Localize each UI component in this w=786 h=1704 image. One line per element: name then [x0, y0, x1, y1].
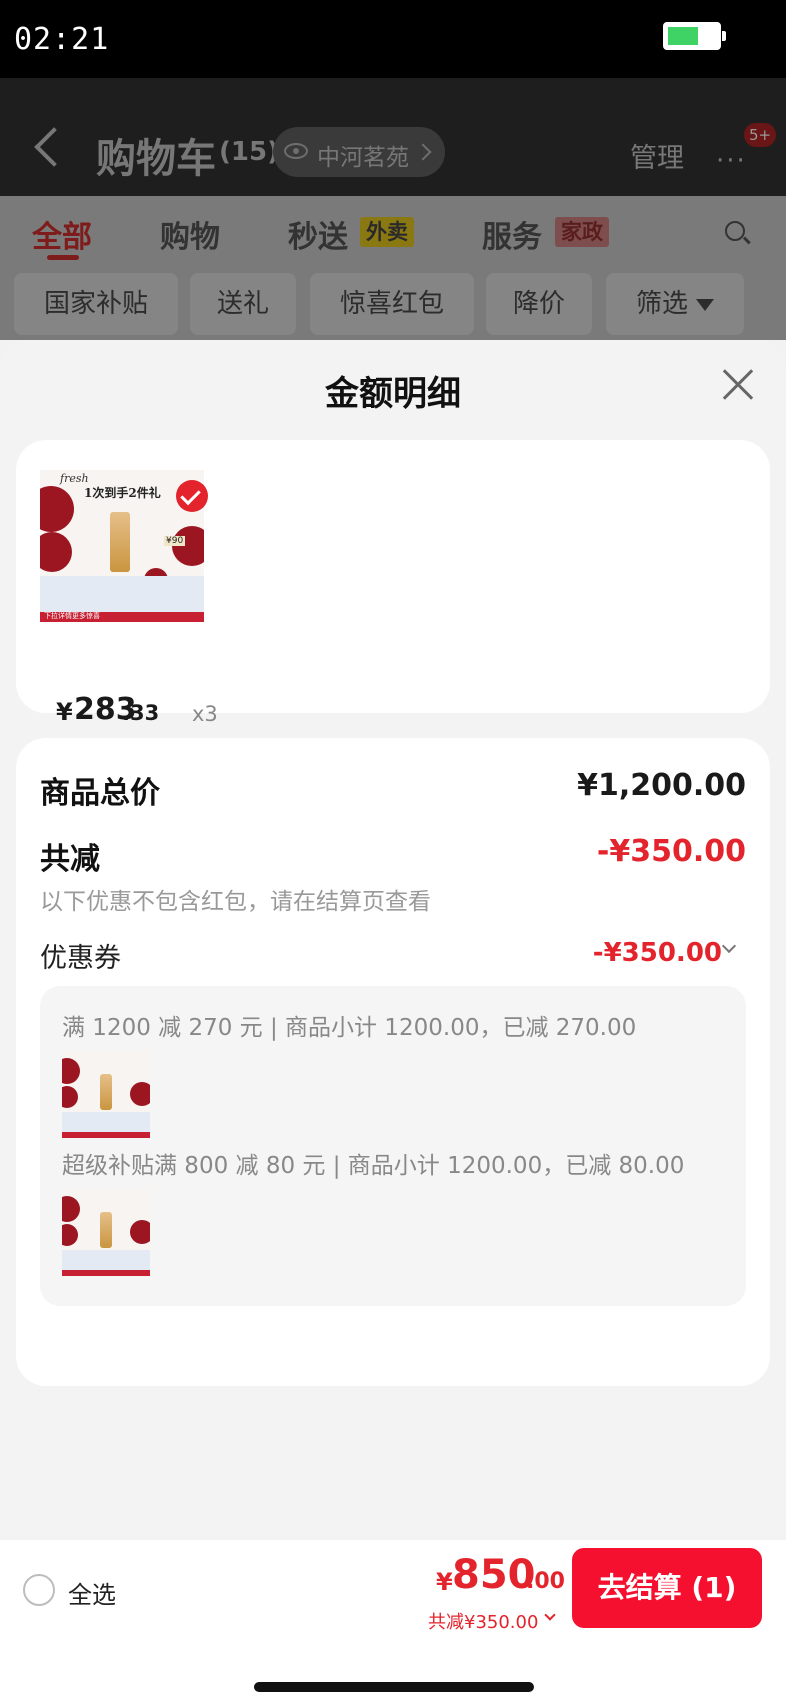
- goods-total-label: 商品总价: [40, 776, 160, 811]
- filter-national-subsidy[interactable]: 国家补贴: [14, 273, 178, 335]
- filter-label: 筛选: [635, 289, 688, 319]
- status-bar: 02:21: [0, 0, 786, 78]
- search-icon[interactable]: [725, 221, 745, 241]
- item-currency: ¥: [56, 698, 73, 726]
- battery-icon: [663, 22, 721, 50]
- discount-summary[interactable]: 共减¥350.00: [428, 1608, 538, 1634]
- sheet-title: 金额明细: [325, 374, 461, 414]
- thumb-headline: 1次到手2件礼: [84, 486, 161, 500]
- selected-check-icon: [176, 480, 208, 512]
- tab-active-indicator: [47, 255, 79, 260]
- filter-price-drop[interactable]: 降价: [486, 273, 592, 335]
- select-all-label[interactable]: 全选: [68, 1575, 116, 1610]
- bottom-bar: 全选 ¥ 850 .00 共减¥350.00 去结算 (1): [0, 1540, 786, 1704]
- discount-value: -¥350.00: [596, 834, 746, 869]
- tab-quick-delivery[interactable]: 秒送: [288, 212, 348, 256]
- message-badge: 5+: [744, 123, 776, 147]
- checkout-button[interactable]: 去结算 (1): [572, 1548, 762, 1628]
- filter-red-packet[interactable]: 惊喜红包: [310, 273, 474, 335]
- coupon-value[interactable]: -¥350.00: [593, 938, 722, 968]
- filter-button[interactable]: 筛选: [606, 273, 744, 335]
- thumb-band: 下拉详情更多惊喜: [44, 612, 100, 620]
- goods-total-value: ¥1,200.00: [577, 768, 746, 803]
- item-quantity: x3: [192, 702, 218, 726]
- funnel-icon: [696, 298, 714, 311]
- address-text: 中河茗苑: [317, 145, 409, 171]
- chevron-down-icon[interactable]: [544, 1609, 556, 1621]
- cart-count: (15): [219, 137, 279, 167]
- total-price: 850: [452, 1552, 536, 1598]
- coupon-list: 满 1200 减 270 元 | 商品小计 1200.00，已减 270.00 …: [40, 986, 746, 1306]
- coupon-2-product-image: [62, 1188, 150, 1276]
- amount-detail-sheet: 金额明细 fresh 1次到手2件礼 下拉详情更多惊喜 ¥90 ¥ 283 .3…: [0, 340, 786, 1704]
- tab-all[interactable]: 全部: [32, 212, 92, 256]
- battery-cap: [722, 31, 726, 41]
- cart-title: 购物车: [96, 136, 216, 182]
- chevron-down-icon[interactable]: [721, 938, 737, 954]
- discount-note: 以下优惠不包含红包，请在结算页查看: [40, 889, 431, 915]
- close-icon[interactable]: [718, 364, 758, 404]
- discount-label: 共减: [40, 842, 100, 877]
- tag-takeout: 外卖: [360, 217, 414, 247]
- coupon-1-product-image: [62, 1050, 150, 1138]
- total-price-decimal: .00: [526, 1569, 565, 1594]
- coupon-label: 优惠券: [40, 943, 121, 974]
- coupon-2-text: 超级补贴满 800 减 80 元 | 商品小计 1200.00，已减 80.00: [62, 1153, 685, 1179]
- tab-shopping[interactable]: 购物: [160, 212, 220, 256]
- thumb-badge: ¥90: [164, 536, 186, 546]
- more-icon[interactable]: ···: [716, 148, 747, 174]
- total-currency: ¥: [436, 1568, 453, 1596]
- eye-icon: [284, 143, 308, 159]
- tag-housekeeping: 家政: [555, 217, 609, 247]
- select-all-radio[interactable]: [23, 1574, 55, 1606]
- tab-services[interactable]: 服务: [482, 212, 542, 256]
- summary-card: 商品总价 ¥1,200.00 共减 -¥350.00 以下优惠不包含红包，请在结…: [16, 738, 770, 1386]
- filter-gift[interactable]: 送礼: [190, 273, 296, 335]
- home-indicator: [254, 1682, 534, 1692]
- manage-button[interactable]: 管理: [630, 136, 684, 175]
- coupon-1-text: 满 1200 减 270 元 | 商品小计 1200.00，已减 270.00: [62, 1015, 637, 1041]
- item-card: fresh 1次到手2件礼 下拉详情更多惊喜 ¥90 ¥ 283 .33 x3: [16, 440, 770, 727]
- item-price-decimal: .33: [122, 701, 160, 725]
- status-time: 02:21: [14, 22, 110, 57]
